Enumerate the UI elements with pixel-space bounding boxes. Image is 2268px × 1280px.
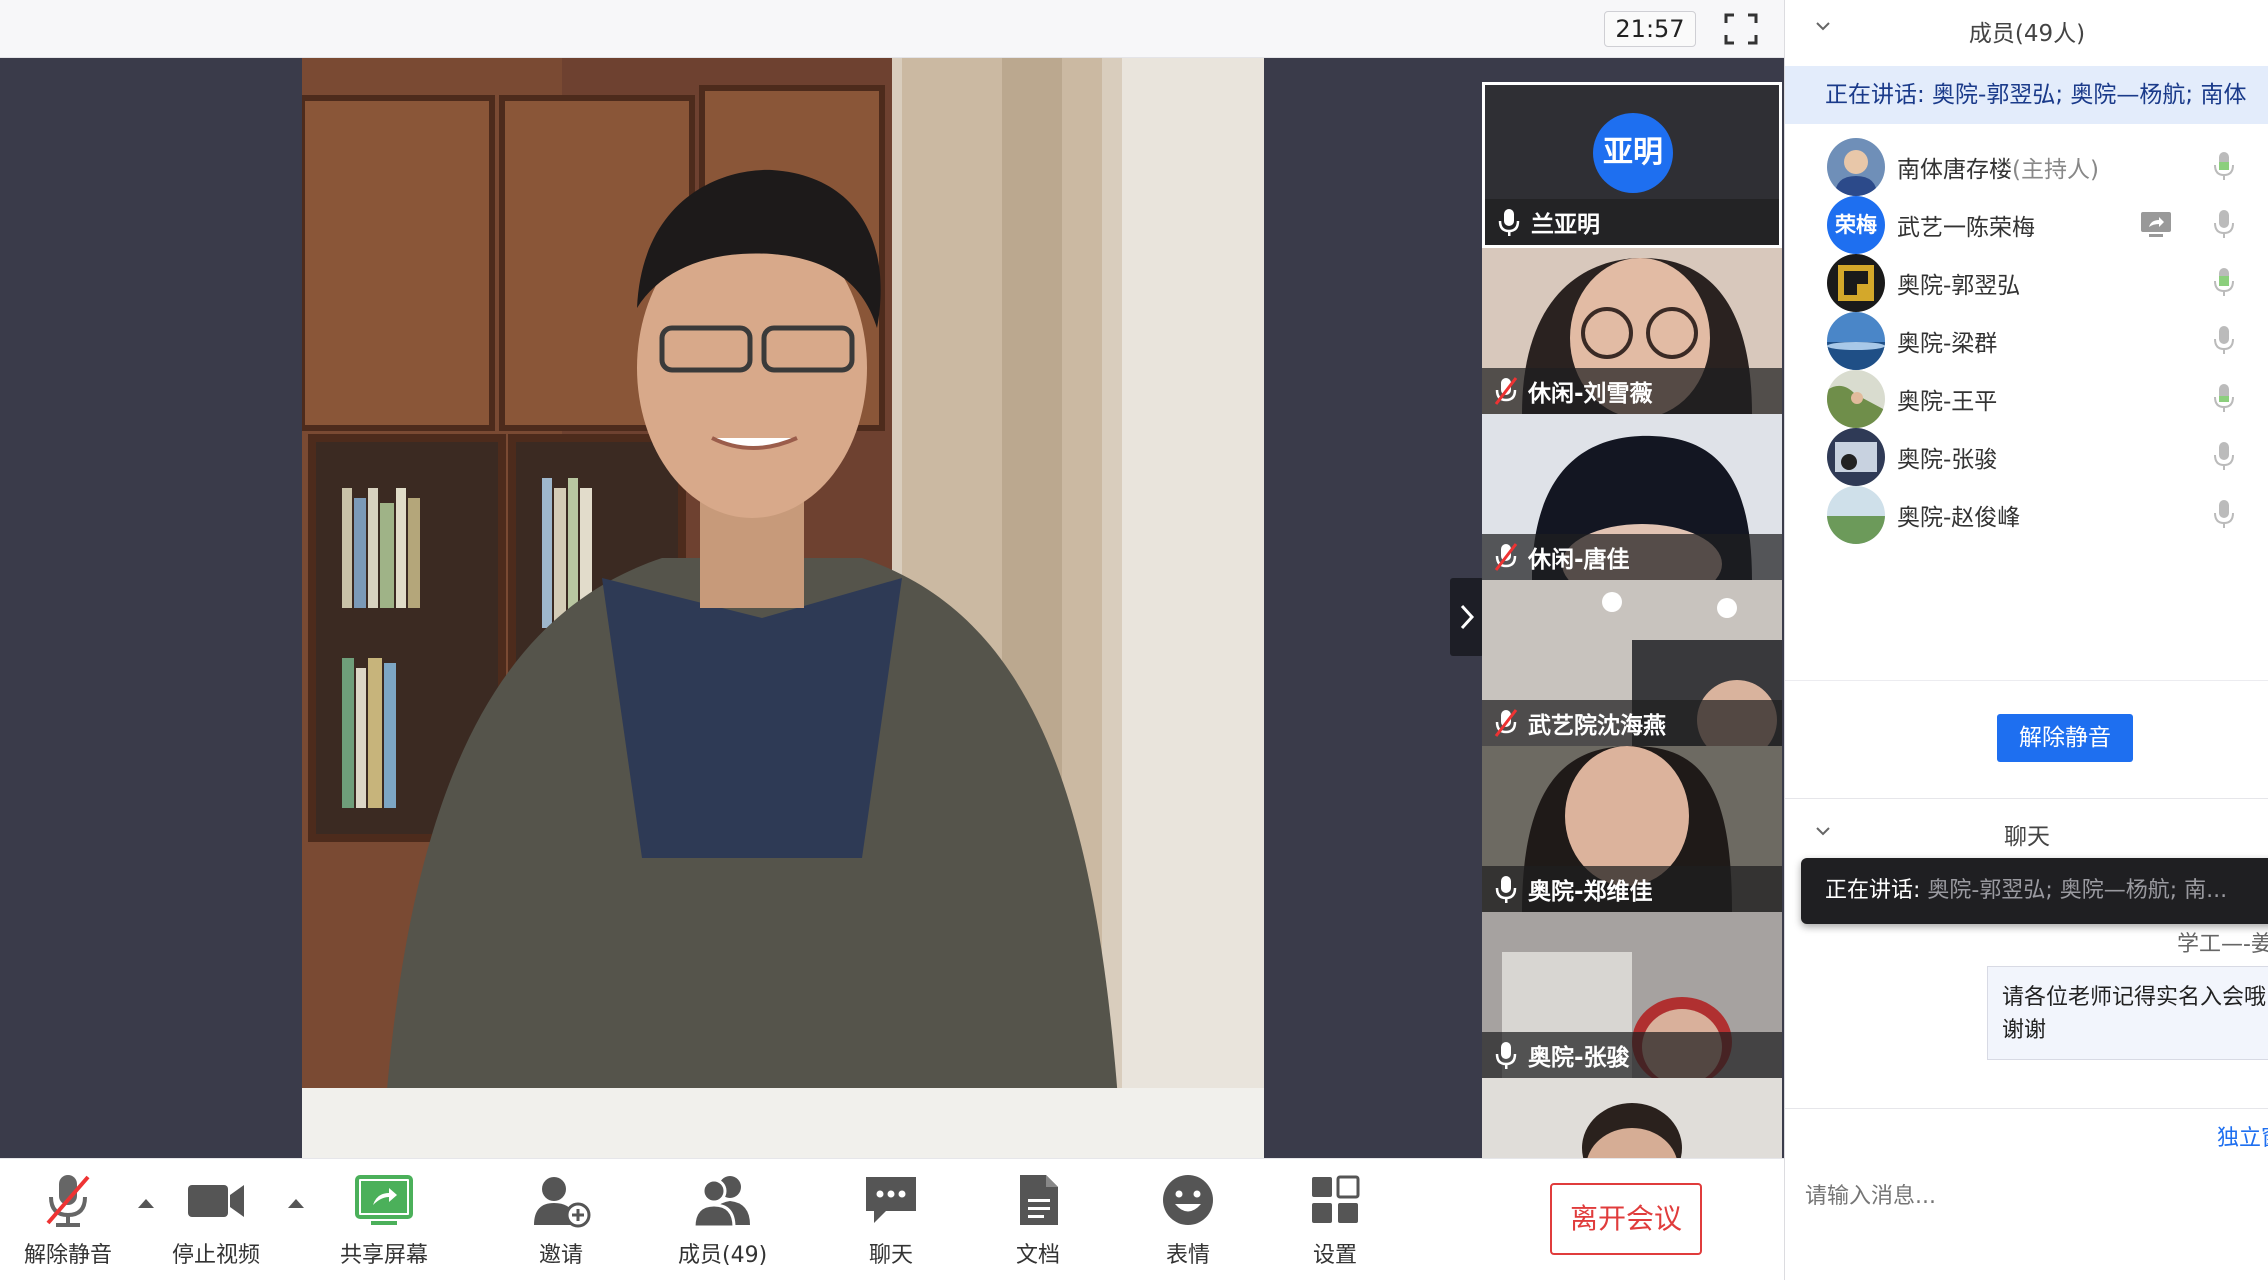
stop-video-button[interactable]: 停止视频 [172,1171,260,1269]
chat-button[interactable]: 聊天 [862,1171,920,1269]
participant-name: 兰亚明 [1531,212,1600,238]
microphone-muted-icon [1494,377,1518,405]
microphone-icon [1498,209,1520,236]
thumb-label: 奥院-郑维佳 [1482,866,1782,912]
divider [1785,680,2268,681]
unmute-button[interactable]: 解除静音 [24,1171,112,1269]
thumb-label: 休闲-唐佳 [1482,534,1782,580]
chat-message-line: 谢谢 [2002,1018,2047,1043]
pop-out-chat-link[interactable]: 独立窗 [2217,1120,2268,1152]
microphone-icon [1495,1042,1517,1069]
microphone-icon [2214,500,2234,528]
chevron-right-icon [1460,604,1475,630]
microphone-icon [2214,384,2234,412]
divider [1785,1108,2268,1109]
avatar [1827,486,1885,544]
participant-name: 奥院-郑维佳 [1528,879,1653,905]
participant-name: 武艺院沈海燕 [1528,713,1666,739]
speaking-indicator: 正在讲话: 奥院-郭翌弘; 奥院—杨航; 南体 [1785,66,2268,124]
participant-thumb[interactable]: 亚明 兰亚明 [1482,82,1782,248]
participant-name: 休闲-刘雪薇 [1528,381,1653,407]
video-stage: 亚明 兰亚明 休闲-刘雪薇 休闲-唐佳 武艺院沈海燕 奥院-郑维佳 奥院-张骏 [0,58,1784,1158]
members-header: 成员(49人) [1785,0,2268,56]
add-user-icon [534,1177,591,1228]
participant-thumb[interactable]: 奥院-郑维佳 [1482,746,1782,912]
speaking-tooltip: 正在讲话: 奥院-郭翌弘; 奥院—杨航; 南... [1801,858,2268,924]
microphone-muted-icon [1494,543,1518,571]
participant-name: 奥院-张骏 [1528,1045,1630,1071]
chat-message-input[interactable] [1805,1176,2245,1216]
participant-thumb[interactable]: 休闲-刘雪薇 [1482,248,1782,414]
chat-icon [866,1177,916,1223]
microphone-icon [2214,326,2234,354]
settings-button[interactable]: 设置 [1308,1171,1362,1269]
grid-settings-icon [1312,1175,1360,1223]
member-name: 南体唐存楼(主持人) [1897,157,2099,183]
chat-message: 请各位老师记得实名入会哦 谢谢 [1987,966,2268,1060]
thumb-label: 武艺院沈海燕 [1482,700,1782,746]
participant-thumb[interactable] [1482,1078,1782,1158]
audio-options-caret-icon[interactable] [136,1195,156,1209]
member-name: 奥院-张骏 [1897,447,1998,473]
members-icon [692,1176,750,1229]
fullscreen-icon[interactable] [1722,11,1760,47]
participant-thumb[interactable]: 武艺院沈海燕 [1482,580,1782,746]
microphone-icon [2214,152,2234,180]
side-panel: 成员(49人) 正在讲话: 奥院-郭翌弘; 奥院—杨航; 南体 南体唐存楼(主持… [1784,0,2268,1280]
member-name: 奥院-郭翌弘 [1897,273,2021,299]
invite-button[interactable]: 邀请 [530,1171,592,1269]
meeting-toolbar: 解除静音 停止视频 共享屏幕 邀请 成员(49) 聊天 文档 表情 设置 离开会… [0,1158,1784,1280]
thumbnail-strip: 亚明 兰亚明 休闲-刘雪薇 休闲-唐佳 武艺院沈海燕 奥院-郑维佳 奥院-张骏 [1482,82,1782,1158]
microphone-icon [1495,876,1517,903]
documents-button[interactable]: 文档 [1012,1171,1064,1269]
tooltip-label: 正在讲话: [1825,878,1921,903]
expand-thumbnails-button[interactable] [1450,578,1484,656]
microphone-icon [2214,442,2234,470]
microphone-icon [2214,210,2234,238]
member-list: 南体唐存楼(主持人) 荣梅 武艺一陈荣梅 奥院-郭翌弘 奥院-梁群 奥院-王平 … [1785,124,2268,680]
thumb-label: 兰亚明 [1485,199,1779,245]
participant-thumb[interactable]: 奥院-张骏 [1482,912,1782,1078]
smiley-icon [1163,1175,1213,1225]
members-title: 成员(49人) [1968,21,2086,47]
chat-title: 聊天 [2004,824,2050,850]
video-camera-icon [188,1185,244,1217]
tooltip-names: 奥院-郭翌弘; 奥院—杨航; 南... [1920,878,2228,903]
chat-header: 聊天 [1785,798,2268,862]
avatar: 亚明 [1593,113,1673,193]
participant-thumb[interactable]: 休闲-唐佳 [1482,414,1782,580]
video-options-caret-icon[interactable] [286,1195,306,1209]
member-name: 奥院-赵俊峰 [1897,505,2021,531]
chat-sender-name: 学工—-姜 [2177,932,2268,957]
chat-message-line: 请各位老师记得实名入会哦 [2002,985,2267,1010]
unmute-all-button[interactable]: 解除静音 [1997,714,2133,762]
main-speaker-video [302,58,1264,1158]
members-button[interactable]: 成员(49) [678,1171,767,1269]
microphone-icon [2214,268,2234,296]
share-screen-icon [355,1175,413,1225]
member-name: 奥院-王平 [1897,389,1998,415]
microphone-muted-icon [1494,709,1518,737]
member-name: 武艺一陈荣梅 [1897,215,2035,241]
member-name: 奥院-梁群 [1897,331,1998,357]
screen-share-icon [2141,212,2171,237]
top-bar: 21:57 [0,0,1784,58]
share-screen-button[interactable]: 共享屏幕 [340,1171,428,1269]
microphone-muted-icon [46,1175,90,1227]
meeting-clock: 21:57 [1604,11,1696,47]
emoji-button[interactable]: 表情 [1160,1171,1216,1269]
list-item[interactable]: 奥院-赵俊峰 [1785,472,2268,556]
thumb-label: 奥院-张骏 [1482,1032,1782,1078]
thumb-label: 休闲-刘雪薇 [1482,368,1782,414]
leave-meeting-button[interactable]: 离开会议 [1550,1183,1702,1255]
participant-name: 休闲-唐佳 [1528,547,1630,573]
document-icon [1020,1175,1058,1225]
